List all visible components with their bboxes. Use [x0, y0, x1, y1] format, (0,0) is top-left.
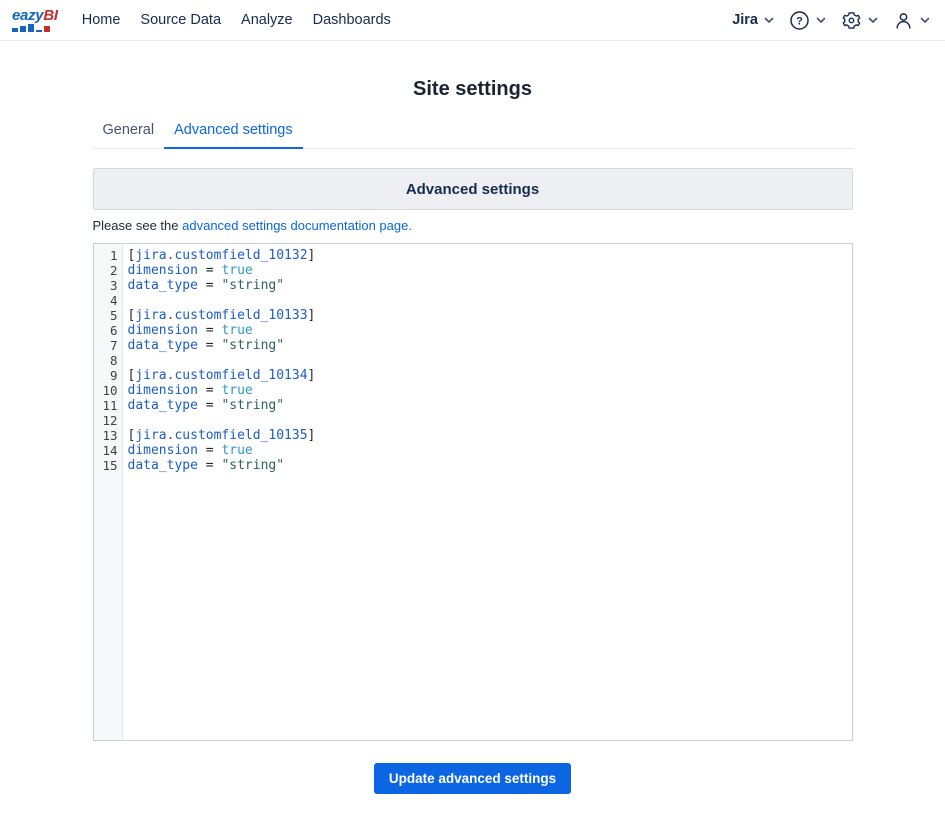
main-nav: Home Source Data Analyze Dashboards: [72, 12, 401, 28]
code-line: [128, 353, 852, 368]
docs-note: Please see the advanced settings documen…: [93, 218, 853, 233]
line-number: 4: [94, 293, 122, 308]
eazybi-logo-text: eazyBI: [12, 9, 58, 23]
user-menu[interactable]: [893, 10, 931, 31]
line-number: 3: [94, 278, 122, 293]
main-content: Site settings GeneralAdvanced settings A…: [93, 78, 853, 794]
code-line: dimension = true: [128, 383, 852, 398]
logo-text-blue: eazy: [12, 7, 43, 24]
help-icon: ?: [789, 10, 810, 31]
nav-item-analyze[interactable]: Analyze: [241, 12, 293, 28]
line-number: 2: [94, 263, 122, 278]
code-line: [jira.customfield_10133]: [128, 308, 852, 323]
nav-item-home[interactable]: Home: [82, 12, 121, 28]
line-number: 15: [94, 458, 122, 473]
line-number: 9: [94, 368, 122, 383]
code-line: dimension = true: [128, 263, 852, 278]
button-row: Update advanced settings: [93, 763, 853, 794]
code-line: data_type = "string": [128, 278, 852, 293]
code-line: [128, 413, 852, 428]
jira-menu[interactable]: Jira: [732, 12, 775, 28]
tab-advanced-settings[interactable]: Advanced settings: [164, 116, 303, 149]
update-advanced-settings-button[interactable]: Update advanced settings: [374, 763, 571, 794]
editor-gutter: 123456789101112131415: [94, 244, 123, 740]
nav-item-dashboards[interactable]: Dashboards: [313, 12, 391, 28]
line-number: 13: [94, 428, 122, 443]
chevron-down-icon: [867, 14, 879, 26]
line-number: 7: [94, 338, 122, 353]
line-number: 1: [94, 248, 122, 263]
chevron-down-icon: [919, 14, 931, 26]
nav-item-source-data[interactable]: Source Data: [140, 12, 221, 28]
user-icon: [893, 10, 914, 31]
code-line: dimension = true: [128, 443, 852, 458]
settings-menu[interactable]: [841, 10, 879, 31]
logo-bar-chart-icon: [12, 24, 50, 32]
eazybi-logo[interactable]: eazyBI: [12, 9, 58, 32]
tab-general[interactable]: General: [93, 116, 165, 149]
line-number: 12: [94, 413, 122, 428]
line-number: 11: [94, 398, 122, 413]
jira-menu-label: Jira: [732, 12, 758, 28]
line-number: 10: [94, 383, 122, 398]
line-number: 5: [94, 308, 122, 323]
editor-code-area[interactable]: [jira.customfield_10132]dimension = true…: [123, 244, 852, 740]
line-number: 6: [94, 323, 122, 338]
line-number: 8: [94, 353, 122, 368]
gear-icon: [841, 10, 862, 31]
code-line: data_type = "string": [128, 398, 852, 413]
code-line: data_type = "string": [128, 458, 852, 473]
docs-note-text: Please see the: [93, 218, 183, 233]
chevron-down-icon: [815, 14, 827, 26]
docs-link[interactable]: advanced settings documentation page.: [182, 218, 412, 233]
logo-text-red: BI: [43, 7, 57, 24]
advanced-settings-code-editor[interactable]: 123456789101112131415 [jira.customfield_…: [93, 243, 853, 741]
top-nav: eazyBI HomeSource DataAnalyzeDashboards …: [0, 0, 945, 41]
help-menu[interactable]: ?: [789, 10, 827, 31]
code-line: [jira.customfield_10135]: [128, 428, 852, 443]
chevron-down-icon: [763, 14, 775, 26]
settings-tabs: GeneralAdvanced settings: [93, 116, 853, 149]
nav-right: Jira ?: [732, 10, 931, 31]
code-line: [jira.customfield_10134]: [128, 368, 852, 383]
code-line: [128, 293, 852, 308]
panel-header: Advanced settings: [93, 168, 853, 210]
svg-text:?: ?: [796, 15, 803, 27]
line-number: 14: [94, 443, 122, 458]
code-line: [jira.customfield_10132]: [128, 248, 852, 263]
code-line: data_type = "string": [128, 338, 852, 353]
page-title: Site settings: [93, 78, 853, 101]
code-line: dimension = true: [128, 323, 852, 338]
